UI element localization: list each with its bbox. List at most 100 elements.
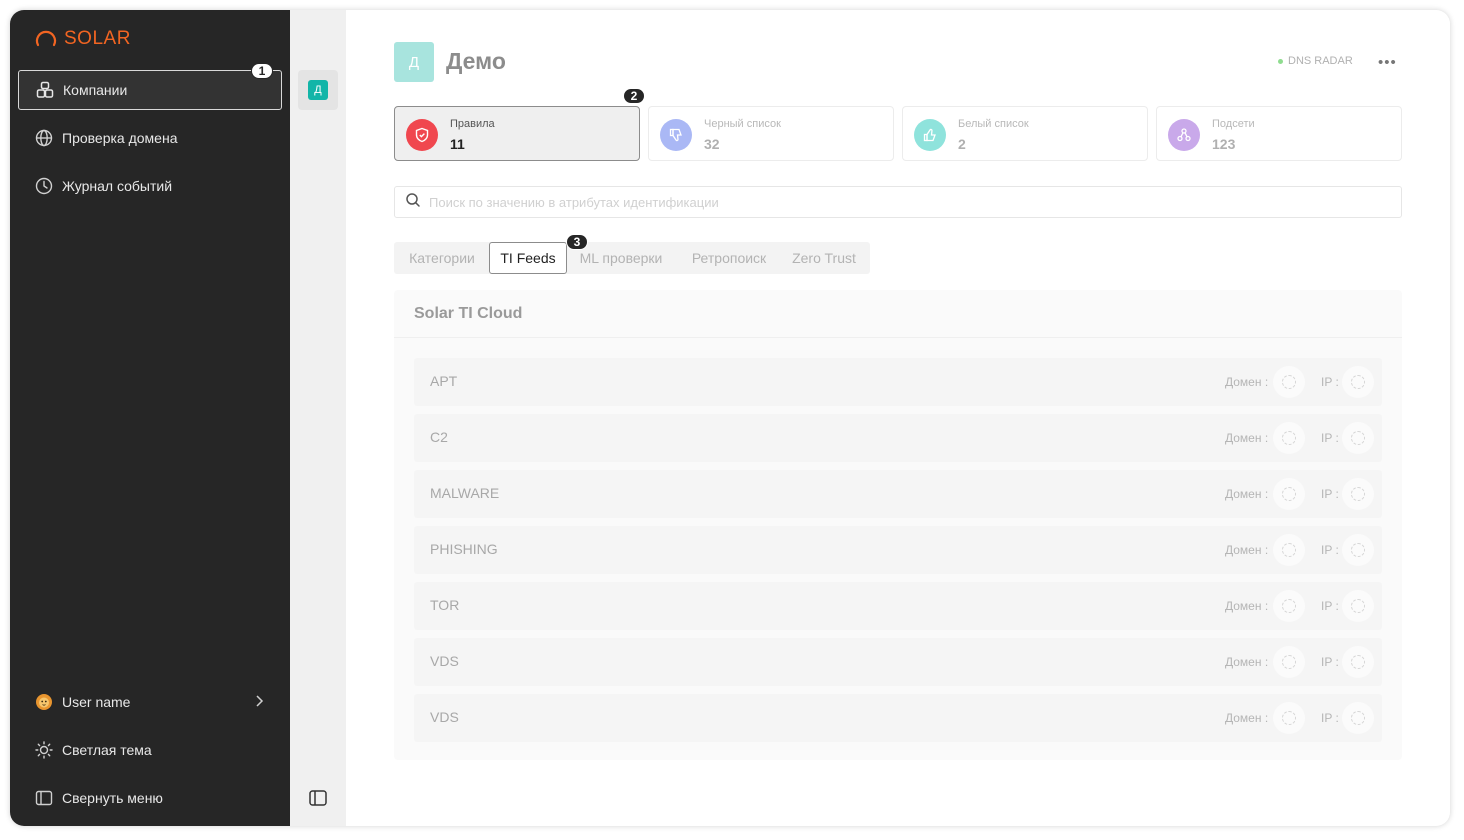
tab-bar: Категории TI Feeds ML проверки Ретропоис… (394, 242, 870, 274)
search-placeholder: Поиск по значению в атрибутах идентифика… (429, 194, 719, 210)
feed-row[interactable]: MALWARE Домен : IP : (414, 470, 1382, 518)
ip-status-loading-icon (1342, 702, 1374, 734)
theme-toggle[interactable]: Светлая тема (18, 730, 282, 770)
domain-status-loading-icon (1273, 422, 1305, 454)
feed-name: VDS (430, 653, 459, 669)
domain-status-loading-icon (1273, 478, 1305, 510)
sidebar-item-label: Компании (63, 82, 128, 98)
feed-name: PHISHING (430, 541, 498, 557)
feed-name: APT (430, 373, 458, 389)
feed-name: TOR (430, 597, 460, 613)
user-name: User name (62, 694, 131, 710)
domain-label: Домен : (1225, 599, 1269, 613)
sidebar-item-label: Журнал событий (62, 178, 173, 194)
thumbs-up-icon (914, 119, 946, 151)
main-content: Д Демо DNS RADAR ••• Правила 11 2 Черный… (346, 10, 1450, 826)
tab-retro-search[interactable]: Ретропоиск (678, 242, 780, 274)
thumbs-down-icon (660, 119, 692, 151)
network-icon (1168, 119, 1200, 151)
annotation-badge-2: 2 (623, 88, 645, 104)
app-window: SOLAR Компании 1 Проверка домена Журнал … (10, 10, 1450, 826)
shield-icon (406, 119, 438, 151)
sun-icon (34, 740, 54, 760)
search-input[interactable]: Поиск по значению в атрибутах идентифика… (394, 186, 1402, 218)
sidebar-item-companies[interactable]: Компании (18, 70, 282, 110)
domain-status-loading-icon (1273, 366, 1305, 398)
feed-row[interactable]: PHISHING Домен : IP : (414, 526, 1382, 574)
sidebar: SOLAR Компании 1 Проверка домена Журнал … (10, 10, 290, 826)
ip-status-loading-icon (1342, 646, 1374, 678)
ip-label: IP : (1321, 543, 1339, 557)
dns-radar-status: DNS RADAR (1278, 55, 1353, 67)
stat-card-whitelist[interactable]: Белый список 2 (902, 106, 1148, 161)
solar-logo-icon (35, 30, 57, 47)
panel-divider (394, 337, 1402, 338)
domain-label: Домен : (1225, 543, 1269, 557)
search-icon (405, 192, 421, 213)
ip-status-loading-icon (1342, 422, 1374, 454)
avatar-lion-icon (34, 692, 54, 712)
ip-label: IP : (1321, 487, 1339, 501)
stat-label: Белый список (958, 118, 1029, 130)
feed-row[interactable]: VDS Домен : IP : (414, 638, 1382, 686)
feed-name: C2 (430, 429, 448, 445)
logo-text: SOLAR (64, 28, 131, 49)
ip-status-loading-icon (1342, 534, 1374, 566)
ti-feeds-panel: Solar TI Cloud APT Домен : IP : C2 Домен : IP… (394, 290, 1402, 760)
user-menu[interactable]: User name (18, 682, 282, 722)
feed-name: MALWARE (430, 485, 500, 501)
sidebar-item-event-log[interactable]: Журнал событий (18, 166, 282, 206)
collapse-menu-button[interactable]: Свернуть меню (18, 778, 282, 818)
sidebar-item-domain-check[interactable]: Проверка домена (18, 118, 282, 158)
more-options-button[interactable]: ••• (1378, 54, 1397, 71)
domain-label: Домен : (1225, 711, 1269, 725)
stat-label: Черный список (704, 118, 781, 130)
collapse-menu-label: Свернуть меню (62, 790, 163, 806)
ip-status-loading-icon (1342, 478, 1374, 510)
domain-label: Домен : (1225, 375, 1269, 389)
theme-toggle-label: Светлая тема (62, 742, 152, 758)
company-avatar: Д (394, 42, 434, 82)
company-rail: Д (290, 10, 346, 826)
panel-toggle-icon[interactable] (308, 788, 328, 813)
building-icon (35, 80, 55, 100)
stat-value: 2 (958, 136, 966, 152)
stat-value: 123 (1212, 136, 1236, 152)
annotation-badge-1: 1 (251, 63, 273, 79)
feed-name: VDS (430, 709, 459, 725)
domain-status-loading-icon (1273, 534, 1305, 566)
feed-row[interactable]: VDS Домен : IP : (414, 694, 1382, 742)
tab-categories[interactable]: Категории (396, 242, 488, 274)
panel-title: Solar TI Cloud (414, 305, 523, 322)
clock-icon (34, 176, 54, 196)
ip-label: IP : (1321, 711, 1339, 725)
domain-status-loading-icon (1273, 702, 1305, 734)
page-title: Демо (446, 48, 506, 74)
tab-ti-feeds[interactable]: TI Feeds (489, 242, 567, 274)
solar-logo[interactable]: SOLAR (34, 26, 131, 52)
annotation-badge-3: 3 (566, 234, 588, 250)
stat-label: Правила (450, 118, 495, 130)
status-dot-icon (1278, 58, 1283, 64)
stat-card-subnets[interactable]: Подсети 123 (1156, 106, 1402, 161)
rail-company-avatar[interactable]: Д (308, 80, 328, 100)
stat-value: 32 (704, 136, 720, 152)
dns-radar-label: DNS RADAR (1288, 55, 1353, 67)
globe-icon (34, 128, 54, 148)
domain-label: Домен : (1225, 487, 1269, 501)
feed-row[interactable]: APT Домен : IP : (414, 358, 1382, 406)
feed-row[interactable]: TOR Домен : IP : (414, 582, 1382, 630)
feed-row[interactable]: C2 Домен : IP : (414, 414, 1382, 462)
ip-status-loading-icon (1342, 366, 1374, 398)
domain-label: Домен : (1225, 431, 1269, 445)
stat-label: Подсети (1212, 118, 1255, 130)
stat-card-blacklist[interactable]: Черный список 32 (648, 106, 894, 161)
ip-label: IP : (1321, 431, 1339, 445)
domain-label: Домен : (1225, 655, 1269, 669)
chevron-right-icon (254, 694, 264, 711)
sidebar-item-label: Проверка домена (62, 130, 178, 146)
stat-card-rules[interactable]: Правила 11 (394, 106, 640, 161)
stat-value: 11 (450, 136, 465, 152)
tab-zero-trust[interactable]: Zero Trust (780, 242, 868, 274)
sidebar-collapse-icon (34, 788, 54, 808)
